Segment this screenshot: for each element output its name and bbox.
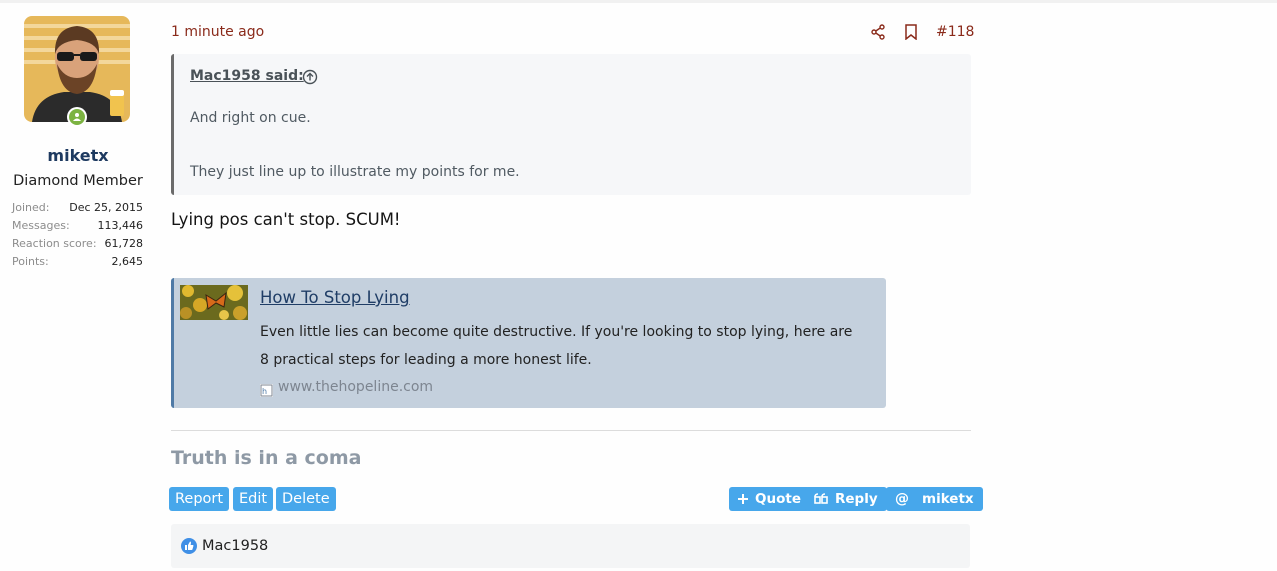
quote-marks-icon	[814, 493, 828, 505]
stat-label: Reaction score:	[12, 237, 97, 250]
reaction-users[interactable]: Mac1958	[202, 538, 268, 554]
stat-messages: Messages: 113,446	[12, 217, 143, 235]
username[interactable]: miketx	[8, 146, 148, 165]
unfurl-domain: www.thehopeline.com	[278, 379, 434, 395]
top-divider	[0, 0, 1277, 3]
stat-label: Joined:	[12, 201, 50, 214]
user-stats: Joined: Dec 25, 2015 Messages: 113,446 Rea…	[12, 199, 143, 271]
plus-icon	[738, 494, 748, 504]
edit-button[interactable]: Edit	[233, 487, 274, 511]
favicon-icon: h	[260, 382, 273, 397]
post-number[interactable]: #118	[936, 24, 974, 40]
post-body: Lying pos can't stop. SCUM!	[171, 210, 401, 229]
user-title: Diamond Member	[13, 173, 143, 189]
stat-value[interactable]: 2,645	[112, 253, 144, 271]
mention-button-label: miketx	[922, 491, 974, 507]
quote-button[interactable]: Quote	[729, 487, 810, 511]
mention-button[interactable]: @ miketx	[886, 487, 983, 511]
quote-line: And right on cue.	[190, 110, 311, 126]
stat-value: 61,728	[104, 237, 144, 250]
post-timestamp[interactable]: 1 minute ago	[171, 24, 264, 40]
reply-button-label: Reply	[835, 491, 878, 507]
stat-value[interactable]: 113,446	[98, 217, 144, 235]
unfurl-title-link[interactable]: How To Stop Lying	[260, 288, 410, 307]
jump-to-quote-icon[interactable]	[302, 69, 318, 85]
link-unfurl[interactable]: How To Stop Lying Even little lies can b…	[171, 278, 886, 408]
like-icon[interactable]	[181, 538, 197, 554]
bookmark-icon[interactable]	[904, 24, 918, 41]
share-icon[interactable]	[870, 24, 886, 40]
delete-button[interactable]: Delete	[276, 487, 336, 511]
quote-line: They just line up to illustrate my point…	[190, 164, 520, 180]
quote-button-label: Quote	[755, 491, 801, 507]
stat-joined: Joined: Dec 25, 2015	[12, 199, 143, 217]
svg-text:h: h	[262, 387, 267, 396]
stat-points: Points: 2,645	[12, 253, 143, 271]
signature-divider	[171, 430, 971, 431]
quote-author[interactable]: Mac1958 said:	[190, 68, 304, 84]
report-button[interactable]: Report	[169, 487, 230, 511]
reply-button[interactable]: Reply	[805, 487, 887, 511]
signature: Truth is in a coma	[171, 447, 362, 469]
quote-block: Mac1958 said: And right on cue. They jus…	[171, 54, 971, 195]
unfurl-description: Even little lies can become quite destru…	[260, 324, 853, 368]
reactions-bar: Mac1958	[171, 524, 970, 568]
stat-label: Points:	[12, 255, 49, 268]
stat-label: Messages:	[12, 219, 70, 232]
stat-reaction-score: Reaction score: 61,728	[12, 235, 143, 253]
online-status-icon	[67, 107, 87, 127]
unfurl-thumbnail[interactable]	[180, 285, 248, 320]
at-icon: @	[895, 491, 909, 507]
stat-value: Dec 25, 2015	[69, 201, 143, 214]
